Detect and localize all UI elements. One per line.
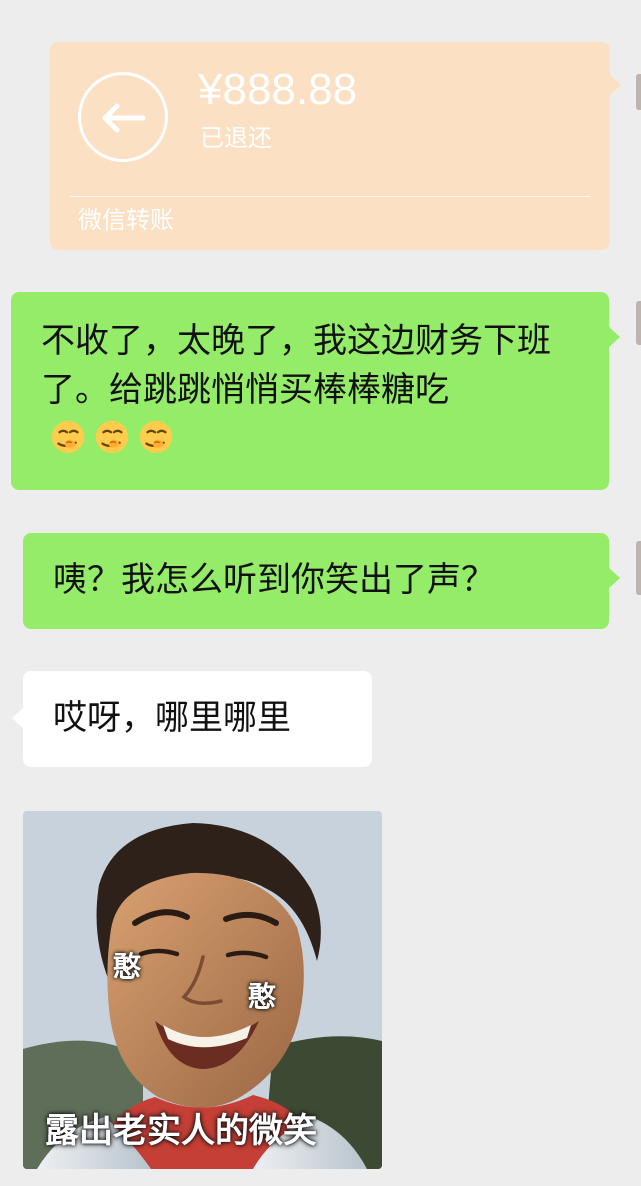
- transfer-status: 已退还: [200, 124, 272, 152]
- message-text: 哎呀，哪里哪里: [53, 698, 291, 738]
- transfer-service-label: 微信转账: [78, 206, 174, 234]
- sticker-tag: 憨: [113, 950, 142, 983]
- right-edge-avatar: [636, 541, 641, 595]
- right-edge-avatar: [636, 74, 641, 110]
- message-text: 不收了，太晚了，我这边财务下班了。给跳跳悄悄买棒棒糖吃: [41, 321, 551, 411]
- sticker-tag: 憨: [248, 980, 277, 1013]
- message-text: 咦？我怎么听到你笑出了声？: [53, 560, 495, 600]
- transfer-amount: ¥888.88: [198, 65, 358, 114]
- message-bubble-incoming[interactable]: 哎呀，哪里哪里: [12, 671, 372, 767]
- smirking-face-emoji-icon: [95, 420, 129, 454]
- refund-arrow-icon: [78, 72, 168, 162]
- meme-sticker[interactable]: 憨 憨 露出老实人的微笑: [23, 811, 382, 1169]
- right-edge-avatar: [636, 301, 641, 345]
- smirking-face-emoji-icon: [51, 420, 85, 454]
- smirking-face-emoji-icon: [139, 420, 173, 454]
- card-divider: [70, 196, 590, 197]
- message-bubble-outgoing[interactable]: 不收了，太晚了，我这边财务下班了。给跳跳悄悄买棒棒糖吃: [11, 292, 620, 490]
- sticker-caption: 露出老实人的微笑: [45, 1111, 317, 1151]
- emoji-group: [49, 418, 175, 456]
- wechat-transfer-card[interactable]: ¥888.88 已退还 微信转账: [50, 42, 621, 250]
- message-bubble-outgoing[interactable]: 咦？我怎么听到你笑出了声？: [23, 533, 620, 629]
- chat-conversation: ¥888.88 已退还 微信转账 不收了，太晚了，我这边财务下班了。给跳跳悄悄买…: [0, 0, 641, 1186]
